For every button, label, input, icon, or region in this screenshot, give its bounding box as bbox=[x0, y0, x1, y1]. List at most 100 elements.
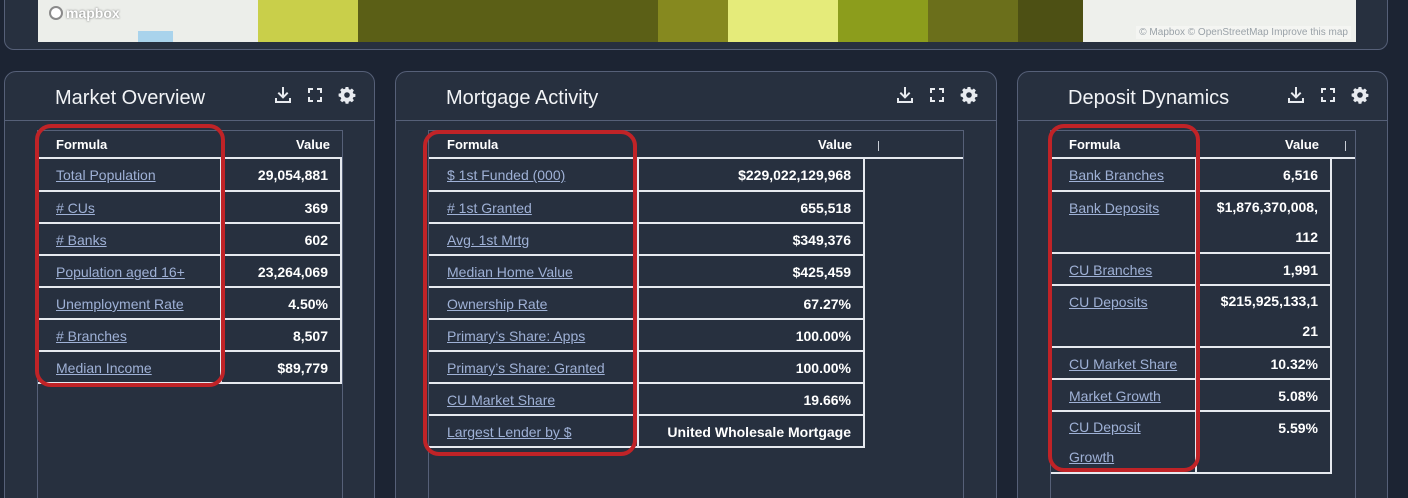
fullscreen-icon[interactable] bbox=[306, 86, 324, 104]
table-row: # Branches 8,507 bbox=[38, 319, 342, 352]
formula-link[interactable]: CU Deposit bbox=[1069, 419, 1141, 435]
formula-link[interactable]: Bank Deposits bbox=[1069, 200, 1159, 216]
row-value: 67.27% bbox=[638, 287, 865, 320]
column-resize-handle[interactable] bbox=[864, 131, 884, 157]
table-row: CU Market Share 19.66% bbox=[429, 383, 865, 416]
table-row: CU Deposits $215,925,133,1 21 bbox=[1051, 285, 1332, 348]
map-attribution[interactable]: © Mapbox © OpenStreetMap Improve this ma… bbox=[1136, 26, 1351, 39]
mapbox-logo-icon bbox=[49, 6, 63, 20]
table-row: Primary’s Share: Granted 100.00% bbox=[429, 351, 865, 384]
row-value: $1,876,370,008, 112 bbox=[1196, 191, 1332, 254]
gear-icon[interactable] bbox=[1351, 86, 1369, 104]
resize-handle[interactable] bbox=[878, 140, 879, 151]
download-icon[interactable] bbox=[896, 86, 914, 104]
table-row: Bank Branches 6,516 bbox=[1051, 159, 1332, 192]
row-value: $89,779 bbox=[221, 351, 342, 384]
download-icon[interactable] bbox=[1287, 86, 1305, 104]
row-value: 4.50% bbox=[221, 287, 342, 320]
panel-title: Deposit Dynamics bbox=[1068, 87, 1230, 109]
panel-toolbar bbox=[274, 86, 356, 104]
formula-link[interactable]: CU Deposits bbox=[1069, 294, 1148, 310]
table-row: Primary’s Share: Apps 100.00% bbox=[429, 319, 865, 352]
panel-toolbar bbox=[1287, 86, 1369, 104]
row-value: $349,376 bbox=[638, 223, 865, 256]
formula-link[interactable]: Population aged 16+ bbox=[56, 264, 185, 280]
table-row: # CUs 369 bbox=[38, 191, 342, 224]
table-row: Market Growth 5.08% bbox=[1051, 379, 1332, 412]
row-value: 10.32% bbox=[1196, 347, 1332, 380]
formula-link[interactable]: Avg. 1st Mrtg bbox=[447, 232, 529, 248]
formula-link[interactable]: # CUs bbox=[56, 200, 95, 216]
header-formula[interactable]: Formula bbox=[38, 131, 222, 157]
header-value[interactable]: Value bbox=[1196, 131, 1331, 157]
formula-link[interactable]: Bank Branches bbox=[1069, 167, 1164, 183]
panel-title: Mortgage Activity bbox=[446, 87, 599, 109]
fullscreen-icon[interactable] bbox=[1319, 86, 1337, 104]
table-row: # Banks 602 bbox=[38, 223, 342, 256]
row-value: 5.59% bbox=[1196, 411, 1332, 474]
header-formula[interactable]: Formula bbox=[1051, 131, 1196, 157]
formula-link[interactable]: Largest Lender by $ bbox=[447, 424, 572, 440]
formula-link[interactable]: Primary’s Share: Apps bbox=[447, 328, 585, 344]
row-value-line-1: $1,876,370,008, bbox=[1216, 199, 1318, 215]
mapbox-logo[interactable]: mapbox bbox=[49, 5, 120, 21]
formula-link[interactable]: # 1st Granted bbox=[447, 200, 532, 216]
header-value[interactable]: Value bbox=[638, 131, 864, 157]
row-value: 602 bbox=[221, 223, 342, 256]
formula-link[interactable]: $ 1st Funded (000) bbox=[447, 167, 565, 183]
row-value: 19.66% bbox=[638, 383, 865, 416]
market-overview-panel: Market Overview Formula Value Total Popu… bbox=[4, 71, 375, 498]
table-row: Largest Lender by $ United Wholesale Mort… bbox=[429, 415, 865, 448]
gear-icon[interactable] bbox=[960, 86, 978, 104]
formula-link[interactable]: Unemployment Rate bbox=[56, 296, 184, 312]
row-value: $215,925,133,1 21 bbox=[1196, 285, 1332, 348]
row-value: 655,518 bbox=[638, 191, 865, 224]
formula-link[interactable]: CU Branches bbox=[1069, 262, 1152, 278]
market-table: Total Population 29,054,881 # CUs 369 # Ba… bbox=[38, 159, 342, 384]
table-row: Population aged 16+ 23,264,069 bbox=[38, 255, 342, 288]
grid-header: Formula Value bbox=[38, 131, 342, 159]
formula-link[interactable]: Market Growth bbox=[1069, 388, 1161, 404]
formula-link[interactable]: CU Market Share bbox=[1069, 356, 1177, 372]
row-value: 1,991 bbox=[1196, 253, 1332, 286]
fullscreen-icon[interactable] bbox=[928, 86, 946, 104]
row-value: $229,022,129,968 bbox=[638, 159, 865, 192]
formula-link[interactable]: Ownership Rate bbox=[447, 296, 547, 312]
table-row: Unemployment Rate 4.50% bbox=[38, 287, 342, 320]
column-resize-handle[interactable] bbox=[1331, 131, 1351, 157]
formula-link-line-2[interactable]: Growth bbox=[1069, 449, 1114, 465]
row-value: 100.00% bbox=[638, 351, 865, 384]
download-icon[interactable] bbox=[274, 86, 292, 104]
table-row: # 1st Granted 655,518 bbox=[429, 191, 865, 224]
mortgage-grid: Formula Value $ 1st Funded (000) $229,022… bbox=[428, 130, 964, 498]
table-row: $ 1st Funded (000) $229,022,129,968 bbox=[429, 159, 865, 192]
table-row: Median Home Value $425,459 bbox=[429, 255, 865, 288]
formula-link[interactable]: Median Income bbox=[56, 360, 152, 376]
row-value: 369 bbox=[221, 191, 342, 224]
panel-header: Market Overview bbox=[5, 72, 374, 121]
panel-toolbar bbox=[896, 86, 978, 104]
header-formula[interactable]: Formula bbox=[429, 131, 638, 157]
row-value-line-2: 21 bbox=[1302, 323, 1318, 339]
table-row: Avg. 1st Mrtg $349,376 bbox=[429, 223, 865, 256]
formula-link[interactable]: CU Market Share bbox=[447, 392, 555, 408]
formula-link[interactable]: Primary’s Share: Granted bbox=[447, 360, 605, 376]
resize-handle[interactable] bbox=[1345, 140, 1346, 151]
panel-title: Market Overview bbox=[55, 87, 206, 109]
row-value-line-1: $215,925,133,1 bbox=[1220, 293, 1318, 309]
market-grid: Formula Value Total Population 29,054,881… bbox=[37, 130, 343, 498]
gear-icon[interactable] bbox=[338, 86, 356, 104]
formula-link[interactable]: # Banks bbox=[56, 232, 107, 248]
mortgage-table: $ 1st Funded (000) $229,022,129,968 # 1st… bbox=[429, 159, 865, 448]
formula-link[interactable]: # Branches bbox=[56, 328, 127, 344]
row-value: 29,054,881 bbox=[221, 159, 342, 192]
mortgage-activity-panel: Mortgage Activity Formula Value $ 1st Fu… bbox=[395, 71, 997, 498]
formula-link[interactable]: Total Population bbox=[56, 167, 156, 183]
header-value[interactable]: Value bbox=[222, 131, 342, 157]
table-row: Ownership Rate 67.27% bbox=[429, 287, 865, 320]
table-row: CU Branches 1,991 bbox=[1051, 253, 1332, 286]
row-value: 8,507 bbox=[221, 319, 342, 352]
table-row: Total Population 29,054,881 bbox=[38, 159, 342, 192]
formula-link[interactable]: Median Home Value bbox=[447, 264, 573, 280]
row-value: 100.00% bbox=[638, 319, 865, 352]
